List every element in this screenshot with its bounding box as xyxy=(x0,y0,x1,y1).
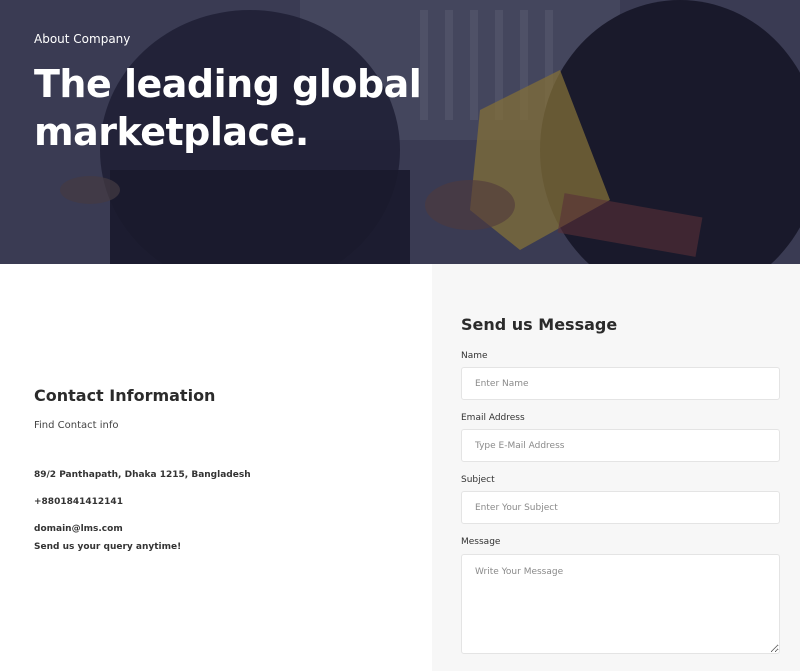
contact-information-title: Contact Information xyxy=(34,386,216,405)
contact-note: Send us your query anytime! xyxy=(34,542,182,552)
contact-phone: +8801841412141 xyxy=(34,497,123,507)
form-title: Send us Message xyxy=(461,315,618,334)
message-label: Message xyxy=(461,537,501,547)
name-input[interactable] xyxy=(461,367,780,400)
hero-banner: About Company The leading global marketp… xyxy=(0,0,800,264)
contact-address: 89/2 Panthapath, Dhaka 1215, Bangladesh xyxy=(34,470,251,480)
hero-eyebrow: About Company xyxy=(34,32,131,46)
contact-subtitle: Find Contact info xyxy=(34,420,119,431)
email-label: Email Address xyxy=(461,413,525,423)
page-title: The leading global marketplace. xyxy=(34,62,422,154)
contact-information-section: Contact Information Find Contact info 89… xyxy=(0,264,432,671)
subject-input[interactable] xyxy=(461,491,780,524)
message-textarea[interactable] xyxy=(461,554,780,654)
contact-email: domain@lms.com xyxy=(34,524,123,534)
email-input[interactable] xyxy=(461,429,780,462)
name-label: Name xyxy=(461,351,488,361)
send-message-form: Send us Message Name Email Address Subje… xyxy=(432,264,800,671)
subject-label: Subject xyxy=(461,475,495,485)
